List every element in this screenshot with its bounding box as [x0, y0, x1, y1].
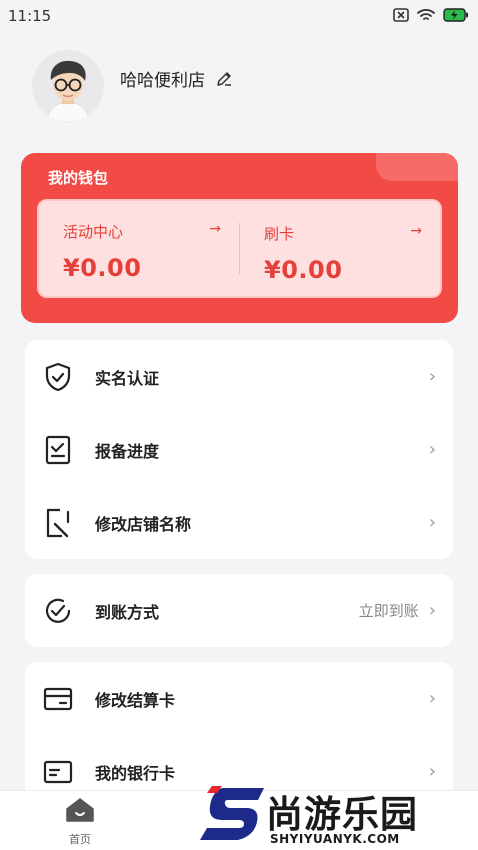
wallet-card: 我的钱包 活动中心 ¥0.00 → 刷卡 ¥0.00 →	[21, 153, 458, 323]
card-icon	[43, 684, 73, 714]
chevron-right-icon: ›	[428, 688, 436, 709]
chevron-right-icon: ›	[428, 761, 436, 782]
arrow-right-icon: →	[410, 223, 422, 239]
status-icons	[393, 7, 469, 26]
home-icon	[65, 797, 95, 827]
chevron-right-icon: ›	[428, 366, 436, 387]
menu-item-change-settlement-card[interactable]: 修改结算卡 ›	[25, 662, 453, 735]
menu-item-label: 到账方式	[95, 602, 160, 622]
arrow-right-icon: →	[209, 221, 221, 237]
store-name-row: 哈哈便利店	[120, 66, 233, 91]
chevron-right-icon: ›	[428, 512, 436, 533]
menu-group-settlement: 到账方式 立即到账 ›	[25, 574, 453, 647]
wallet-balances: 活动中心 ¥0.00 → 刷卡 ¥0.00 →	[37, 199, 442, 298]
wallet-item-amount: ¥0.00	[63, 254, 142, 282]
wallet-item-activity[interactable]: 活动中心 ¥0.00 →	[39, 201, 239, 296]
wallet-item-card[interactable]: 刷卡 ¥0.00 →	[239, 223, 440, 284]
wallet-title: 我的钱包	[48, 169, 109, 187]
menu-item-real-name[interactable]: 实名认证 ›	[25, 340, 453, 413]
menu-item-arrival-method[interactable]: 到账方式 立即到账 ›	[25, 574, 453, 647]
watermark-logo: 尚游乐园 SHYIYUANYK.COM	[198, 782, 478, 850]
menu-group-account: 实名认证 › 报备进度 › 修改店铺名称 ›	[25, 340, 453, 559]
menu-item-label: 报备进度	[95, 441, 160, 461]
menu-item-label: 修改店铺名称	[95, 514, 192, 534]
tab-home[interactable]: 首页	[55, 797, 105, 847]
wifi-icon	[417, 7, 435, 26]
edit-document-icon	[43, 508, 73, 538]
clock-check-icon	[43, 596, 73, 626]
watermark-url: SHYIYUANYK.COM	[270, 832, 400, 846]
clipboard-check-icon	[43, 435, 73, 465]
watermark-name: 尚游乐园	[266, 793, 418, 836]
wallet-decoration	[376, 153, 458, 181]
menu-item-rename-store[interactable]: 修改店铺名称 ›	[25, 486, 453, 559]
watermark-s-logo	[200, 786, 264, 840]
arrival-method-value: 立即到账	[358, 602, 419, 620]
sim-icon	[393, 7, 409, 26]
pencil-icon[interactable]	[215, 70, 233, 88]
shield-check-icon	[43, 362, 73, 392]
battery-icon	[443, 7, 469, 26]
menu-item-label: 实名认证	[95, 368, 160, 388]
chevron-right-icon: ›	[428, 439, 436, 460]
store-name: 哈哈便利店	[120, 71, 205, 91]
bank-card-icon	[43, 757, 73, 787]
wallet-item-amount: ¥0.00	[264, 256, 343, 284]
avatar[interactable]	[32, 50, 104, 122]
chevron-right-icon: ›	[428, 600, 436, 621]
tab-home-label: 首页	[69, 833, 91, 846]
menu-item-label: 我的银行卡	[95, 763, 176, 783]
status-time: 11:15	[8, 7, 52, 25]
menu-item-label: 修改结算卡	[95, 690, 176, 710]
status-bar: 11:15	[0, 0, 478, 32]
menu-item-report-progress[interactable]: 报备进度 ›	[25, 413, 453, 486]
profile-header: 哈哈便利店	[32, 50, 233, 122]
